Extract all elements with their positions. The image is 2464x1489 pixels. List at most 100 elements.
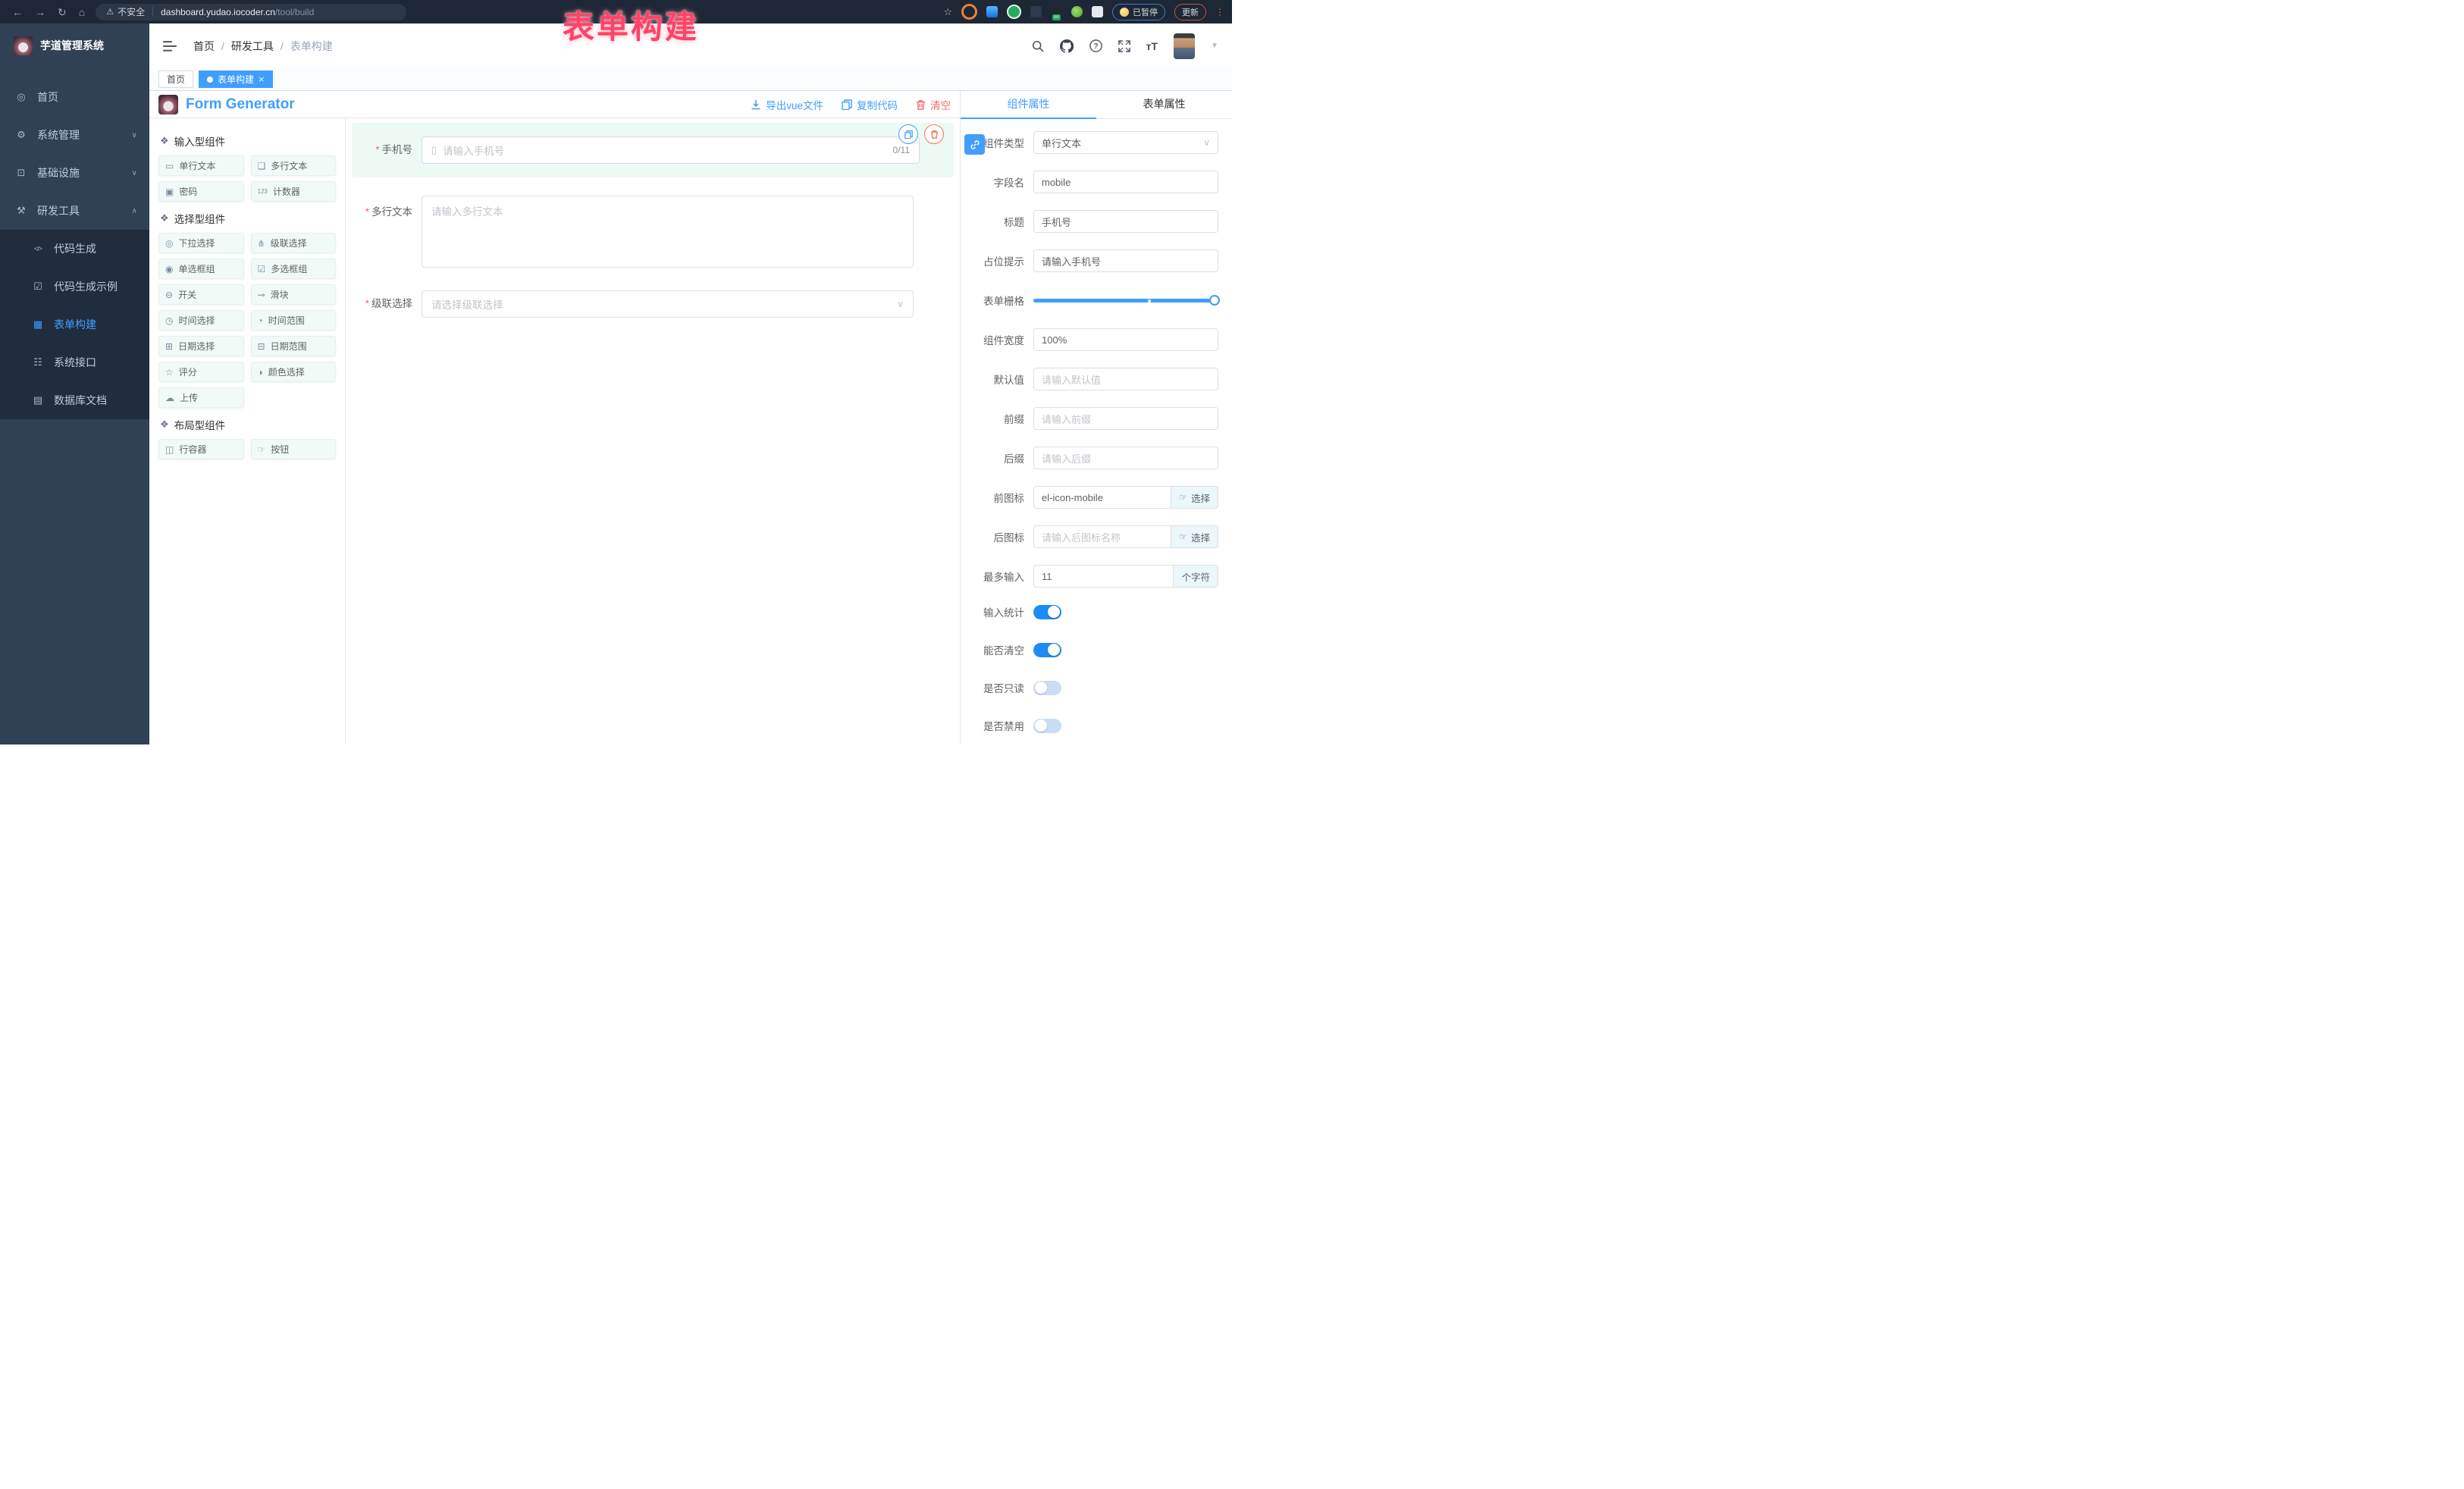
property-input-标题[interactable]: 手机号 — [1033, 210, 1218, 233]
sidebar-item-基础设施[interactable]: ⊡基础设施∨ — [0, 154, 149, 192]
sidebar-subitem-代码生成示例[interactable]: ☑代码生成示例 — [0, 268, 149, 306]
back-icon[interactable]: ← — [12, 7, 23, 17]
component-chip-多选框组[interactable]: ☑多选框组 — [251, 259, 337, 279]
component-chip-时间选择[interactable]: ◷时间选择 — [158, 310, 244, 331]
field-label: *手机号 — [352, 136, 422, 164]
help-icon[interactable]: ? — [1089, 39, 1102, 52]
search-icon[interactable] — [1032, 40, 1044, 52]
canvas-field-cascader[interactable]: *级联选择 请选择级联选择 ∨ — [352, 290, 954, 318]
append-button-个字符[interactable]: 个字符 — [1174, 565, 1218, 588]
component-chip-行容器[interactable]: ◫行容器 — [158, 439, 244, 459]
extension-icon[interactable] — [986, 6, 998, 17]
slider-handle[interactable] — [1209, 295, 1220, 306]
not-secure-label[interactable]: 不安全 — [118, 5, 145, 18]
fullscreen-icon[interactable] — [1118, 40, 1130, 52]
caret-down-icon[interactable]: ▼ — [1211, 42, 1218, 50]
profile-paused-button[interactable]: 已暂停 — [1112, 4, 1165, 20]
input-group: el-icon-mobile☞选择 — [1033, 486, 1218, 509]
extension-icon[interactable] — [961, 4, 977, 20]
sidebar-item-首页[interactable]: ◎首页 — [0, 78, 149, 116]
canvas-field-textarea[interactable]: *多行文本 请输入多行文本 — [352, 196, 954, 268]
property-input-后图标[interactable]: 请输入后图标名称 — [1033, 525, 1171, 548]
property-input-最多输入[interactable]: 11 — [1033, 565, 1174, 588]
url-host[interactable]: dashboard.yudao.iocoder.cn — [161, 7, 275, 17]
toggle-是否只读[interactable] — [1033, 681, 1061, 695]
close-tab-icon[interactable]: × — [259, 74, 265, 84]
component-chip-单选框组[interactable]: ◉单选框组 — [158, 259, 244, 279]
property-input-组件宽度[interactable]: 100% — [1033, 328, 1218, 351]
component-chip-开关[interactable]: ⊖开关 — [158, 284, 244, 305]
property-input-后缀[interactable]: 请输入后缀 — [1033, 447, 1218, 469]
sidebar-subitem-系统接口[interactable]: ☷系统接口 — [0, 343, 149, 381]
component-chip-日期选择[interactable]: ⊞日期选择 — [158, 336, 244, 356]
forward-icon[interactable]: → — [35, 7, 45, 17]
export-vue-button[interactable]: 导出vue文件 — [751, 97, 823, 112]
component-chip-上传[interactable]: ☁上传 — [158, 387, 244, 408]
component-chip-评分[interactable]: ☆评分 — [158, 362, 244, 382]
view-tab-表单构建[interactable]: 表单构建× — [199, 71, 273, 88]
home-browser-icon[interactable]: ⌂ — [79, 7, 85, 17]
form-grid-slider[interactable] — [1033, 289, 1218, 312]
component-chip-时间范围[interactable]: ◔时间范围 — [251, 310, 337, 331]
toggle-输入统计[interactable] — [1033, 605, 1061, 619]
sidebar-item-研发工具[interactable]: ⚒研发工具∧ — [0, 192, 149, 230]
canvas-field-mobile[interactable]: *手机号 ▯ 请输入手机号 0/11 — [352, 123, 954, 177]
extension-icon[interactable] — [1007, 5, 1021, 19]
extension-icon[interactable] — [1030, 6, 1042, 17]
cascader-input[interactable]: 请选择级联选择 ∨ — [422, 290, 914, 318]
toggle-能否清空[interactable] — [1033, 643, 1061, 657]
slider-stop — [1148, 299, 1151, 303]
properties-tab-组件属性[interactable]: 组件属性 — [961, 91, 1096, 118]
user-avatar[interactable] — [1174, 33, 1195, 59]
sidebar-subitem-数据库文档[interactable]: ▤数据库文档 — [0, 381, 149, 419]
sidebar-item-系统管理[interactable]: ⚙系统管理∨ — [0, 116, 149, 154]
bookmark-star-icon[interactable]: ☆ — [943, 6, 952, 18]
breadcrumb-item[interactable]: 首页 — [193, 39, 215, 54]
extension-icon[interactable] — [1092, 6, 1103, 17]
delete-field-button[interactable] — [924, 124, 944, 144]
properties-tab-表单属性[interactable]: 表单属性 — [1096, 91, 1232, 118]
property-input-占位提示[interactable]: 请输入手机号 — [1033, 249, 1218, 272]
property-input-前缀[interactable]: 请输入前缀 — [1033, 407, 1218, 430]
component-chip-颜色选择[interactable]: ◑颜色选择 — [251, 362, 337, 382]
hamburger-icon[interactable] — [163, 41, 177, 52]
sidebar-subitem-表单构建[interactable]: ▦表单构建 — [0, 306, 149, 343]
append-button-选择[interactable]: ☞选择 — [1171, 525, 1218, 548]
reload-icon[interactable]: ↻ — [58, 7, 67, 17]
section-label: 布局型组件 — [174, 417, 226, 432]
component-chip-按钮[interactable]: ☞按钮 — [251, 439, 337, 459]
component-chip-下拉选择[interactable]: ◎下拉选择 — [158, 233, 244, 253]
breadcrumb-item[interactable]: 研发工具 — [231, 39, 274, 54]
property-input-默认值[interactable]: 请输入默认值 — [1033, 368, 1218, 390]
property-select-组件类型[interactable]: 单行文本∨ — [1033, 131, 1218, 154]
component-chip-滑块[interactable]: ⊸滑块 — [251, 284, 337, 305]
component-chip-单行文本[interactable]: ▭单行文本 — [158, 155, 244, 176]
mobile-input[interactable]: ▯ 请输入手机号 0/11 — [422, 136, 920, 164]
view-tab-首页[interactable]: 首页 — [158, 71, 193, 88]
extension-icon[interactable] — [1071, 6, 1083, 17]
sidebar-submenu: </>代码生成☑代码生成示例▦表单构建☷系统接口▤数据库文档 — [0, 230, 149, 419]
component-chip-日期范围[interactable]: ⊟日期范围 — [251, 336, 337, 356]
property-control: 手机号 — [1033, 210, 1218, 233]
property-input-前图标[interactable]: el-icon-mobile — [1033, 486, 1171, 509]
sidebar-subitem-代码生成[interactable]: </>代码生成 — [0, 230, 149, 268]
extension-icon[interactable]: on — [1051, 6, 1062, 17]
append-button-选择[interactable]: ☞选择 — [1171, 486, 1218, 509]
toggle-是否禁用[interactable] — [1033, 719, 1061, 733]
address-bar[interactable]: ⚠ 不安全 dashboard.yudao.iocoder.cn/tool/bu… — [96, 4, 406, 20]
copy-code-button[interactable]: 复制代码 — [842, 97, 898, 112]
mobile-prefix-icon: ▯ — [431, 144, 437, 156]
browser-menu-icon[interactable]: ⋮ — [1215, 7, 1224, 17]
component-chip-密码[interactable]: ▣密码 — [158, 181, 244, 202]
component-chip-计数器[interactable]: 123计数器 — [251, 181, 337, 202]
component-chip-级联选择[interactable]: ⋔级联选择 — [251, 233, 337, 253]
font-size-icon[interactable]: ᴛT — [1146, 40, 1158, 52]
component-chip-多行文本[interactable]: ❏多行文本 — [251, 155, 337, 176]
textarea-input[interactable]: 请输入多行文本 — [422, 196, 914, 268]
link-icon[interactable] — [964, 134, 985, 155]
clear-button[interactable]: 清空 — [916, 97, 951, 112]
duplicate-field-button[interactable] — [898, 124, 918, 144]
github-icon[interactable] — [1060, 39, 1074, 53]
chrome-update-button[interactable]: 更新 — [1174, 4, 1206, 20]
property-input-字段名[interactable]: mobile — [1033, 171, 1218, 193]
